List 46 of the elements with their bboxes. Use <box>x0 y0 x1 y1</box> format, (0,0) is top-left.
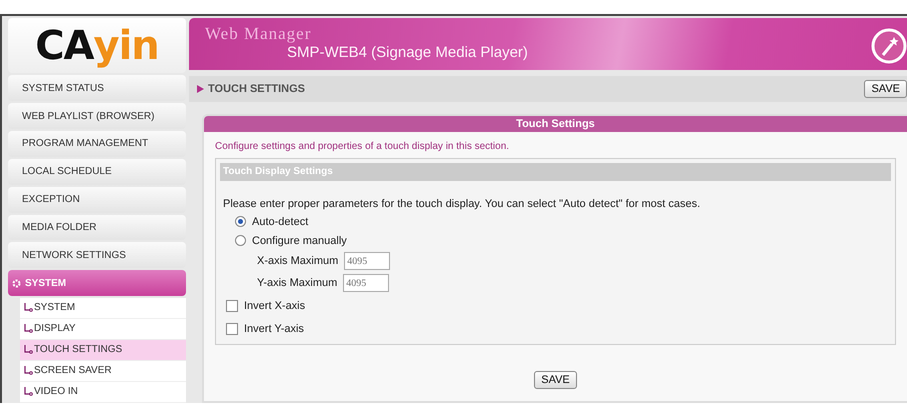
input-field[interactable]: 4095 <box>344 252 390 270</box>
sidebar-item[interactable]: LOCAL SCHEDULE <box>8 158 186 185</box>
triangle-icon <box>197 85 204 93</box>
sidebar-item[interactable]: NETWORK SETTINGS <box>8 242 186 268</box>
sidebar-item-label: SYSTEM <box>25 278 66 289</box>
gear-icon <box>12 278 21 288</box>
sidebar-item[interactable]: WEB PLAYLIST (BROWSER) <box>8 103 186 130</box>
field-label: Y-axis Maximum <box>257 277 338 289</box>
checkbox[interactable] <box>226 322 238 334</box>
sidebar-item[interactable]: SYSTEM STATUS <box>8 75 186 102</box>
save-button[interactable]: SAVE <box>864 80 907 98</box>
submenu-label: DISPLAY <box>34 323 76 334</box>
sidebar-item[interactable]: MEDIA FOLDER <box>8 214 186 240</box>
product-subtitle: SMP-WEB4 (Signage Media Player) <box>287 44 529 61</box>
sidebar-item[interactable]: PROGRAM MANAGEMENT <box>8 131 186 157</box>
tree-branch-icon <box>24 387 33 396</box>
input-field[interactable]: 4095 <box>343 274 390 292</box>
breadcrumb-title: TOUCH SETTINGS <box>208 83 305 95</box>
tree-branch-icon <box>24 303 33 312</box>
submenu-label: SCREEN SAVER <box>34 365 112 376</box>
checkbox-label: Invert Y-axis <box>244 322 304 334</box>
cayin-logo: CAyin <box>8 18 186 74</box>
panel-description: Configure settings and properties of a touch display in this section. <box>215 141 510 152</box>
magic-wand-icon <box>871 28 907 64</box>
save-button[interactable]: SAVE <box>534 371 577 389</box>
submenu-item[interactable]: SCREEN SAVER <box>20 360 186 382</box>
submenu-label: VIDEO IN <box>34 386 78 398</box>
tree-branch-icon <box>24 324 33 334</box>
tree-branch-icon <box>24 366 33 376</box>
radio-button[interactable] <box>235 216 246 227</box>
submenu-item[interactable]: SYSTEM <box>20 298 186 319</box>
checkbox[interactable] <box>226 300 238 312</box>
sidebar-item[interactable]: EXCEPTION <box>8 186 186 213</box>
submenu-item[interactable]: VIDEO IN <box>20 382 186 403</box>
product-title: Web Manager <box>205 24 312 44</box>
instructions-text: Please enter proper parameters for the touch display. You can select "Auto detect" for most cases. <box>223 198 702 210</box>
tree-branch-icon <box>24 345 33 354</box>
checkbox-label: Invert X-axis <box>244 300 306 312</box>
submenu-label: SYSTEM <box>34 302 76 314</box>
field-label: X-axis Maximum <box>257 255 338 267</box>
radio-label: Auto-detect <box>252 216 308 228</box>
radio-label: Configure manually <box>252 234 347 246</box>
panel-title: Touch Settings <box>204 116 907 132</box>
submenu-item[interactable]: TOUCH SETTINGS <box>20 340 186 361</box>
submenu-label: TOUCH SETTINGS <box>34 344 122 356</box>
radio-button[interactable] <box>235 235 246 246</box>
